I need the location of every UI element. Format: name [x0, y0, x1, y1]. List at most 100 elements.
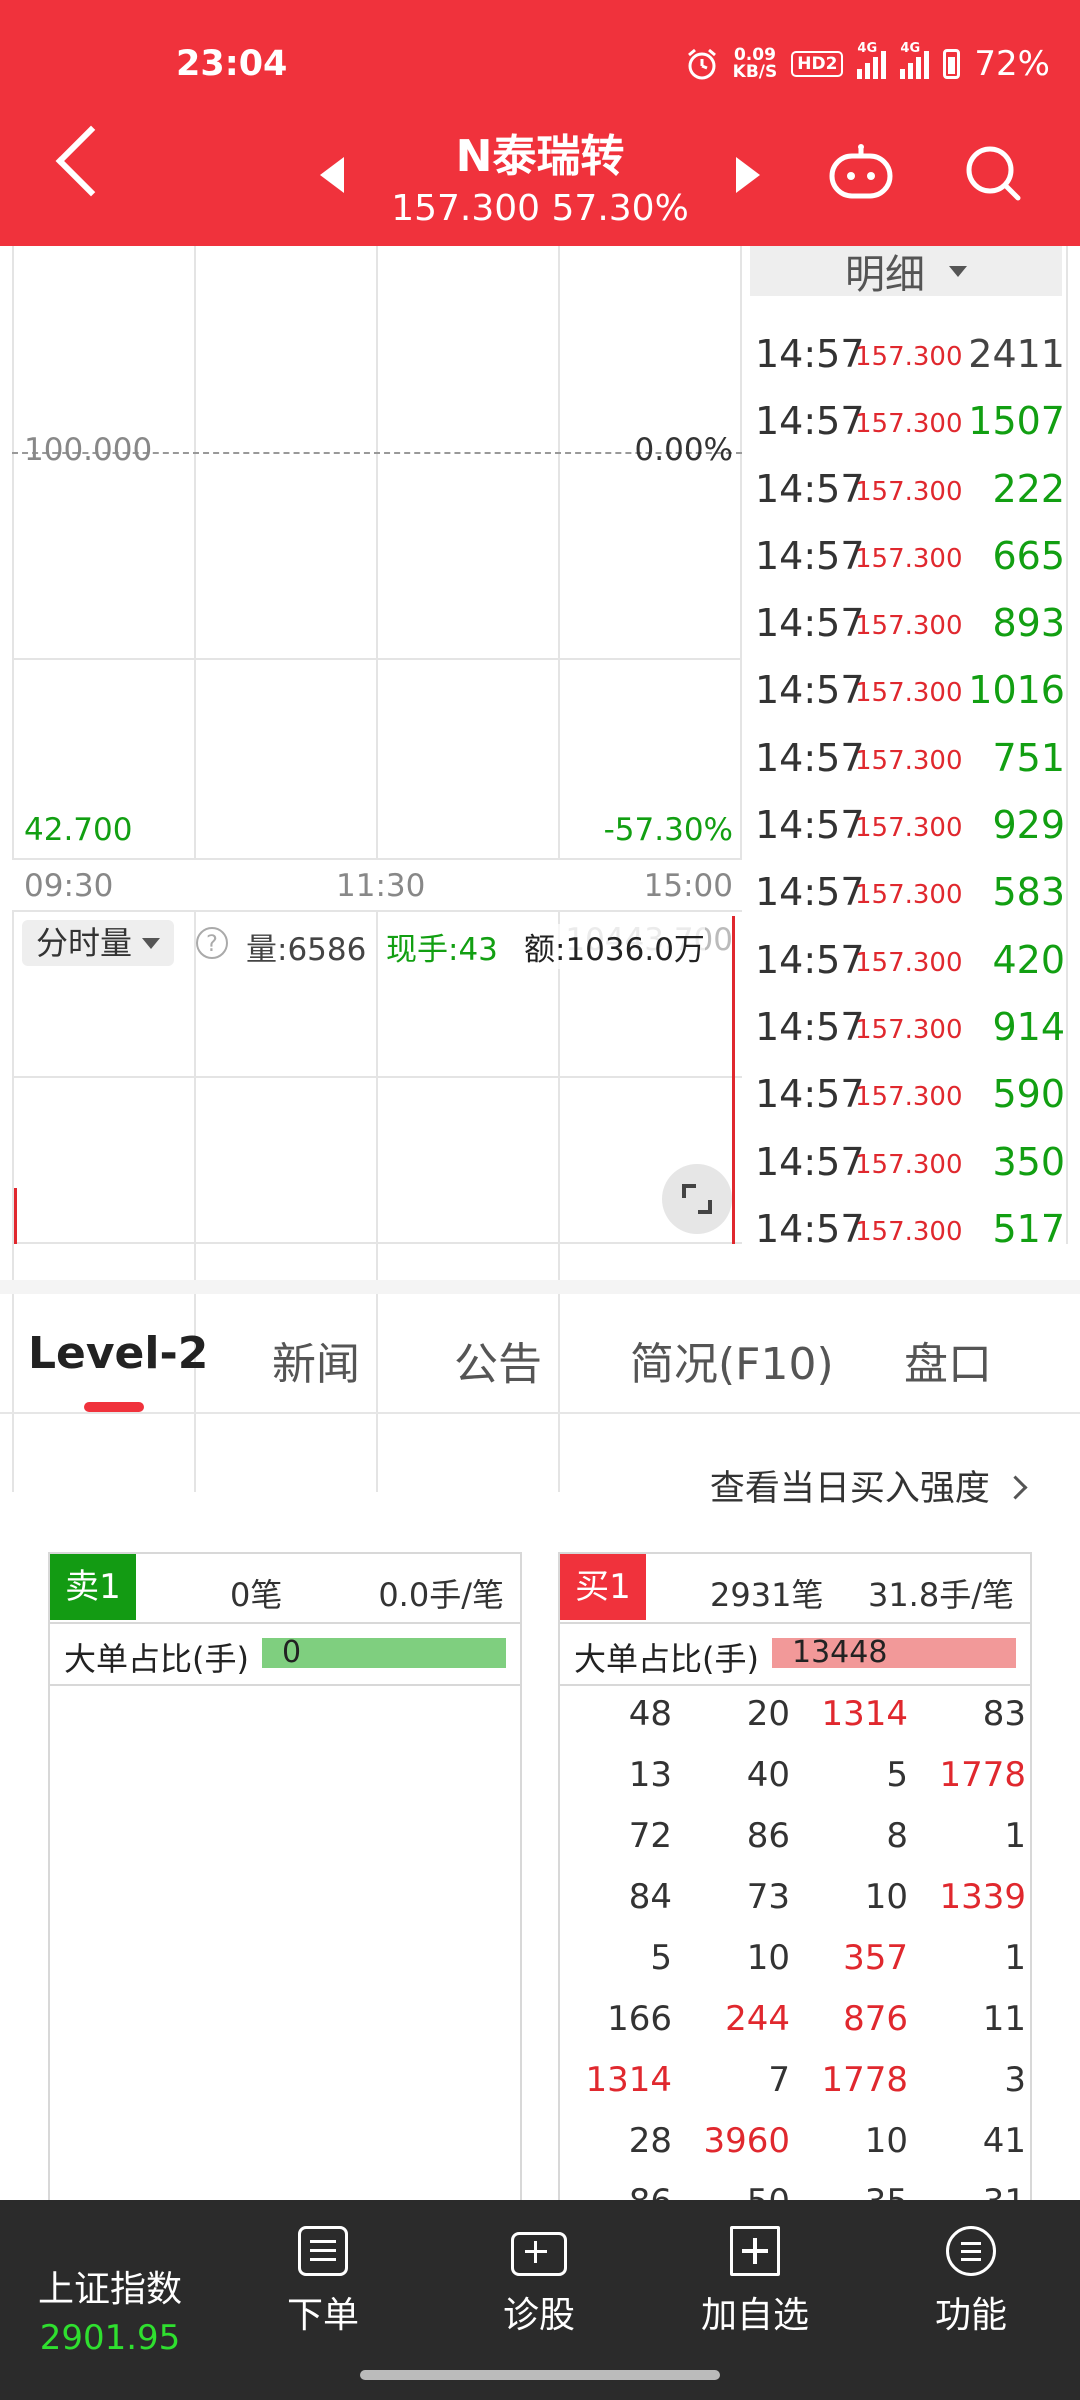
- order-row: 28 3960 10 41: [560, 2121, 1030, 2182]
- buy-panel: 买1 2931笔 31.8手/笔 大单占比(手) 13448 48 20 1314 8…: [558, 1552, 1032, 2222]
- detail-time: 14:57: [755, 1072, 865, 1117]
- stock-price-change: 157.300 57.30%: [391, 188, 689, 229]
- nav-add-watch[interactable]: 加自选: [680, 2226, 830, 2338]
- search-icon[interactable]: [964, 144, 1022, 202]
- tab-order-book[interactable]: 盘口: [904, 1328, 992, 1392]
- status-icons: 0.09 KB/S HD2 4G 4G 72%: [685, 41, 1050, 84]
- order-cell: 1339: [939, 1877, 1026, 1917]
- order-cell: 10: [746, 1938, 790, 1978]
- amount-label: 额:1036.0万: [524, 924, 705, 969]
- detail-time: 14:57: [755, 870, 865, 915]
- nav-order[interactable]: 下单: [248, 2226, 398, 2338]
- buy-strength-link[interactable]: 查看当日买入强度: [710, 1460, 1028, 1511]
- detail-row: 14:57 157.300 929: [755, 795, 1065, 862]
- volume-type-dropdown[interactable]: 分时量: [22, 920, 175, 966]
- detail-price: 157.300: [855, 409, 963, 440]
- order-cell: 41: [982, 2121, 1026, 2161]
- detail-price: 157.300: [855, 1216, 963, 1244]
- detail-time: 14:57: [755, 1206, 865, 1244]
- order-cell: 10: [864, 1877, 908, 1917]
- order-row: 84 73 10 1339: [560, 1877, 1030, 1938]
- top-header: 23:04 0.09 KB/S HD2 4G 4G 72% N泰瑞转 157.3…: [0, 0, 1080, 246]
- detail-time: 14:57: [755, 466, 865, 511]
- detail-volume: 222: [992, 466, 1065, 511]
- sell1-badge: 卖1: [50, 1554, 136, 1620]
- detail-price: 157.300: [855, 813, 963, 844]
- tab-level2[interactable]: Level-2: [28, 1328, 208, 1379]
- big-order-bar: 0: [262, 1638, 506, 1668]
- net-speed: 0.09 KB/S: [732, 45, 778, 82]
- detail-volume: 590: [992, 1072, 1065, 1117]
- detail-time: 14:57: [755, 1139, 865, 1184]
- detail-time: 14:57: [755, 533, 865, 578]
- index-name[interactable]: 上证指数: [20, 2260, 200, 2312]
- help-icon[interactable]: ?: [196, 927, 228, 959]
- tab-announcements[interactable]: 公告: [454, 1328, 542, 1392]
- chevron-right-icon: [1003, 1475, 1028, 1500]
- order-cell: 84: [628, 1877, 672, 1917]
- signal-icon: 4G: [857, 41, 887, 79]
- intraday-chart[interactable]: 100.000 0.00% 42.700 -57.30% 09:30 11:30…: [0, 246, 745, 1492]
- order-cell: 1314: [585, 2060, 672, 2100]
- big-order-bar: 13448: [772, 1638, 1016, 1668]
- buy-count: 2931笔: [710, 1576, 824, 1614]
- detail-volume: 914: [992, 1004, 1065, 1049]
- detail-time: 14:57: [755, 1004, 865, 1049]
- current-hand-label: 现手:43: [386, 932, 498, 968]
- order-cell: 8: [886, 1816, 908, 1856]
- detail-price: 157.300: [855, 880, 963, 911]
- sell-avg: 0.0手/笔: [378, 1576, 504, 1614]
- detail-price: 157.300: [855, 1149, 963, 1180]
- order-cell: 1314: [821, 1694, 908, 1734]
- trade-detail-panel[interactable]: 明细 14:57 157.300 2411 14:57 157.300 1507 14:57…: [745, 246, 1080, 1244]
- order-cell: 1: [1004, 1816, 1026, 1856]
- order-cell: 13: [628, 1755, 672, 1795]
- next-stock-icon[interactable]: [736, 157, 760, 193]
- robot-icon[interactable]: [826, 144, 896, 200]
- back-arrow-icon[interactable]: [55, 125, 127, 197]
- detail-row: 14:57 157.300 517: [755, 1199, 1065, 1244]
- order-cell: 357: [843, 1938, 908, 1978]
- low-price-label: 42.700: [24, 812, 133, 848]
- sell-panel: 卖1 0笔 0.0手/笔 大单占比(手) 0: [48, 1552, 522, 2212]
- tab-profile-f10[interactable]: 简况(F10): [630, 1328, 834, 1392]
- order-row: 48 20 1314 83: [560, 1694, 1030, 1755]
- detail-row: 14:57 157.300 2411: [755, 324, 1065, 391]
- tab-news[interactable]: 新闻: [272, 1328, 360, 1392]
- expand-icon[interactable]: [662, 1164, 732, 1234]
- detail-price: 157.300: [855, 1082, 963, 1113]
- order-cell: 3: [1004, 2060, 1026, 2100]
- battery-percent: 72%: [974, 44, 1050, 84]
- order-cell: 166: [607, 1999, 672, 2039]
- order-cell: 876: [843, 1999, 908, 2039]
- detail-time: 14:57: [755, 937, 865, 982]
- detail-volume: 350: [992, 1139, 1065, 1184]
- nav-add-watch-label: 加自选: [700, 2295, 809, 2336]
- detail-volume: 751: [992, 735, 1065, 780]
- index-value[interactable]: 2901.95: [20, 2318, 200, 2358]
- buy1-badge: 买1: [560, 1554, 646, 1620]
- detail-price: 157.300: [855, 543, 963, 574]
- detail-price: 157.300: [855, 611, 963, 642]
- detail-volume: 1016: [968, 668, 1065, 713]
- detail-dropdown[interactable]: 明细: [750, 246, 1062, 298]
- order-cell: 5: [886, 1755, 908, 1795]
- detail-volume: 517: [992, 1206, 1065, 1244]
- detail-row: 14:57 157.300 350: [755, 1132, 1065, 1199]
- order-cell: 40: [746, 1755, 790, 1795]
- detail-volume: 929: [992, 803, 1065, 848]
- detail-row: 14:57 157.300 1016: [755, 660, 1065, 727]
- nav-diagnose[interactable]: 诊股: [464, 2226, 614, 2338]
- detail-price: 157.300: [855, 342, 963, 372]
- nav-functions[interactable]: 功能: [896, 2226, 1046, 2338]
- detail-time: 14:57: [755, 332, 865, 376]
- detail-time: 14:57: [755, 601, 865, 646]
- hd-voice-icon: HD2: [791, 51, 844, 77]
- detail-row: 14:57 157.300 893: [755, 593, 1065, 660]
- home-indicator[interactable]: [360, 2370, 720, 2380]
- stock-name: N泰瑞转: [455, 131, 625, 182]
- sell-count: 0笔: [230, 1576, 283, 1614]
- order-cell: 28: [628, 2121, 672, 2161]
- low-pct-label: -57.30%: [603, 812, 733, 848]
- detail-time: 14:57: [755, 735, 865, 780]
